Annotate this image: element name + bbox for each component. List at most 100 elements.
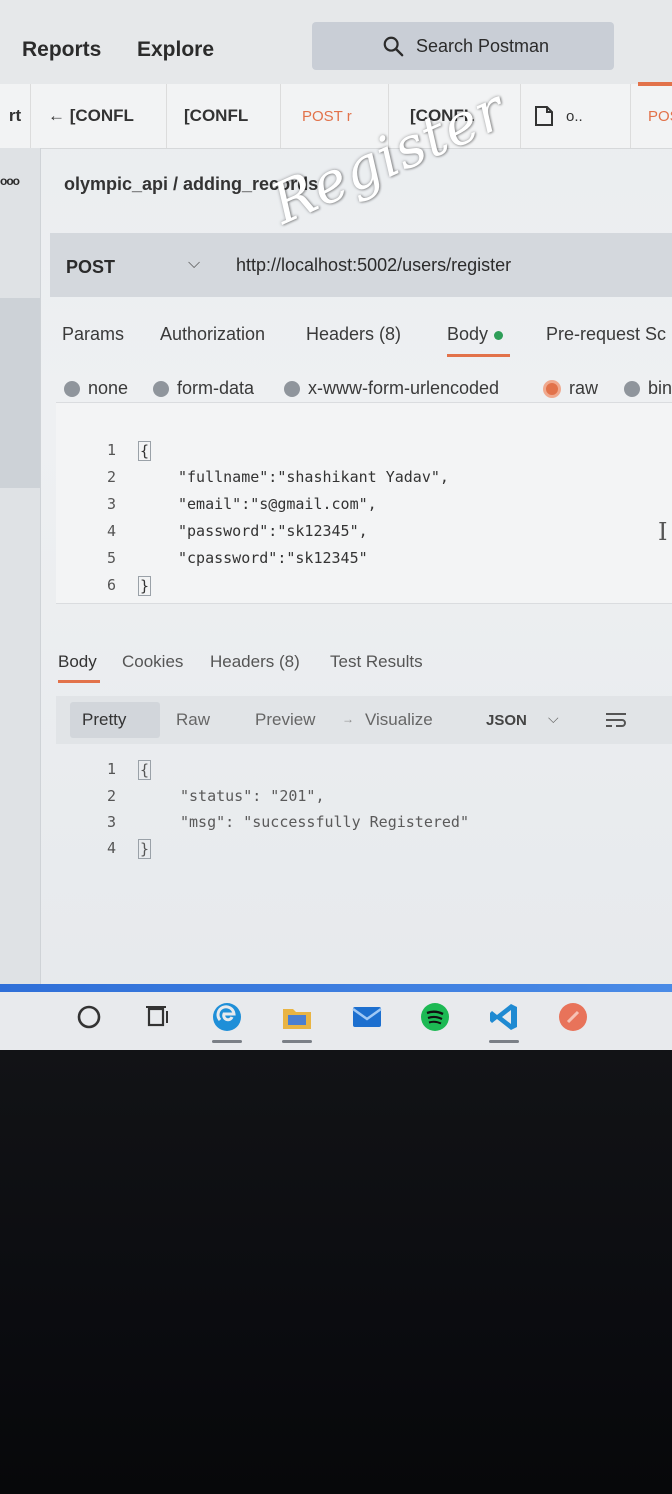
response-toolbar: Pretty Raw Preview → Visualize JSON ⌵ xyxy=(56,696,672,744)
radio-label: none xyxy=(88,378,129,398)
left-sidebar: ooo xyxy=(0,148,41,1008)
taskbar-accent-line xyxy=(0,984,672,992)
response-tab-body[interactable]: Body xyxy=(58,652,97,672)
code-line: "status": "201", xyxy=(180,787,325,805)
screen: Reports Explore Search Postman rt ← [CON… xyxy=(0,0,672,1050)
tab-label: [CONFL xyxy=(184,106,249,125)
radio-circle xyxy=(153,380,169,397)
spotify-icon[interactable] xyxy=(418,1000,452,1034)
search-circle-icon[interactable] xyxy=(72,1000,106,1034)
url-input[interactable]: http://localhost:5002/users/register xyxy=(236,255,511,276)
tab-conflict-1[interactable]: ← [CONFL xyxy=(44,84,167,148)
mail-icon[interactable] xyxy=(350,1000,384,1034)
top-bar: Reports Explore Search Postman xyxy=(0,0,672,84)
radio-label: x-www-form-urlencoded xyxy=(308,378,500,398)
line-number: 6 xyxy=(106,576,116,594)
tab-label: rt xyxy=(8,106,22,125)
radio-circle xyxy=(64,380,80,397)
close-brace: } xyxy=(138,576,152,596)
line-number: 1 xyxy=(106,441,116,459)
format-select[interactable]: JSON xyxy=(486,712,527,729)
response-tab-test-results[interactable]: Test Results xyxy=(330,652,423,672)
visualize-icon: → xyxy=(342,712,354,726)
method-select[interactable]: POST xyxy=(66,257,115,278)
tab-partial-left[interactable]: rt xyxy=(0,84,31,148)
radio-form-data[interactable]: form-data xyxy=(153,378,254,399)
radio-circle xyxy=(624,380,640,397)
tab-body[interactable]: Body xyxy=(447,324,504,345)
code-line: } xyxy=(138,839,152,859)
radio-x-www-form-urlencoded[interactable]: x-www-form-urlencoded xyxy=(284,378,499,399)
line-number: 2 xyxy=(106,468,116,486)
view-visualize-button[interactable]: Visualize xyxy=(365,710,433,730)
url-bar: POST ⌵ http://localhost:5002/users/regis… xyxy=(50,233,672,297)
edge-icon[interactable] xyxy=(210,1000,244,1034)
line-number: 3 xyxy=(106,495,116,513)
line-number: 3 xyxy=(106,813,116,831)
line-number: 4 xyxy=(106,839,116,857)
running-indicator xyxy=(282,1040,312,1043)
tab-label: o.. xyxy=(566,107,583,125)
search-label: Search Postman xyxy=(416,35,550,56)
response-tab-cookies[interactable]: Cookies xyxy=(122,652,183,672)
postman-icon[interactable] xyxy=(556,1000,590,1034)
radio-label: bin xyxy=(648,378,672,398)
tab-body-label: Body xyxy=(447,324,489,344)
tab-pre-request-script[interactable]: Pre-request Sc xyxy=(546,324,666,345)
radio-binary[interactable]: bin xyxy=(624,378,672,399)
tab-params[interactable]: Params xyxy=(62,324,124,345)
sidebar-dots[interactable]: ooo xyxy=(0,174,20,188)
task-view-icon[interactable] xyxy=(140,1000,174,1034)
active-tab-indicator xyxy=(638,82,672,86)
tab-label: POS xyxy=(648,107,672,125)
code-line: { xyxy=(138,760,152,780)
request-tabs-row: rt ← [CONFL [CONFL POST r [CONFL o.. POS xyxy=(0,84,672,149)
radio-circle-selected xyxy=(543,379,561,398)
radio-raw[interactable]: raw xyxy=(543,378,598,399)
line-number: 2 xyxy=(106,787,116,805)
response-tab-headers[interactable]: Headers (8) xyxy=(210,652,300,672)
code-line: { xyxy=(138,441,152,461)
text-cursor-icon: I xyxy=(658,518,668,546)
tab-headers[interactable]: Headers (8) xyxy=(306,324,401,345)
tab-label: ← [CONFL xyxy=(48,106,134,125)
wrap-lines-icon[interactable] xyxy=(604,710,628,730)
chevron-down-icon[interactable]: ⌵ xyxy=(548,710,559,727)
tab-conflict-2[interactable]: [CONFL xyxy=(184,84,281,148)
search-postman-box[interactable]: Search Postman xyxy=(312,22,614,70)
radio-label: form-data xyxy=(177,378,255,398)
code-line: "fullname":"shashikant Yadav", xyxy=(178,468,449,486)
vscode-icon[interactable] xyxy=(487,1000,521,1034)
line-number: 4 xyxy=(106,522,116,540)
code-line: "cpassword":"sk12345" xyxy=(178,549,368,567)
view-preview-button[interactable]: Preview xyxy=(255,710,315,730)
radio-label: raw xyxy=(569,378,599,398)
tab-post-partial[interactable]: POS xyxy=(648,84,672,148)
open-brace: { xyxy=(138,760,152,780)
tab-authorization[interactable]: Authorization xyxy=(160,324,265,345)
response-body: 1 { 2 "status": "201", 3 "msg": "success… xyxy=(56,752,672,859)
code-line: "msg": "successfully Registered" xyxy=(180,813,469,831)
close-brace: } xyxy=(138,839,152,859)
open-brace: { xyxy=(138,441,152,461)
monitor-bezel xyxy=(0,1050,672,1494)
request-body-editor[interactable]: 1 { 2 "fullname":"shashikant Yadav", 3 "… xyxy=(56,402,672,604)
line-number: 5 xyxy=(106,549,116,567)
radio-none[interactable]: none xyxy=(64,378,128,399)
radio-circle xyxy=(284,380,300,397)
nav-explore[interactable]: Explore xyxy=(137,38,214,62)
code-line: "password":"sk12345", xyxy=(178,522,368,540)
taskbar xyxy=(0,992,672,1050)
sidebar-selected-block xyxy=(0,298,40,488)
view-raw-button[interactable]: Raw xyxy=(176,710,210,730)
running-indicator xyxy=(212,1040,242,1043)
tab-collection[interactable]: o.. xyxy=(534,84,631,148)
body-active-dot xyxy=(494,330,504,340)
nav-reports[interactable]: Reports xyxy=(22,38,101,62)
chevron-down-icon[interactable]: ⌵ xyxy=(188,255,200,273)
tab-label: POST r xyxy=(302,107,352,125)
file-explorer-icon[interactable] xyxy=(280,1000,314,1034)
search-icon xyxy=(383,36,404,57)
file-icon xyxy=(535,106,553,126)
view-pretty-button[interactable]: Pretty xyxy=(82,710,126,730)
